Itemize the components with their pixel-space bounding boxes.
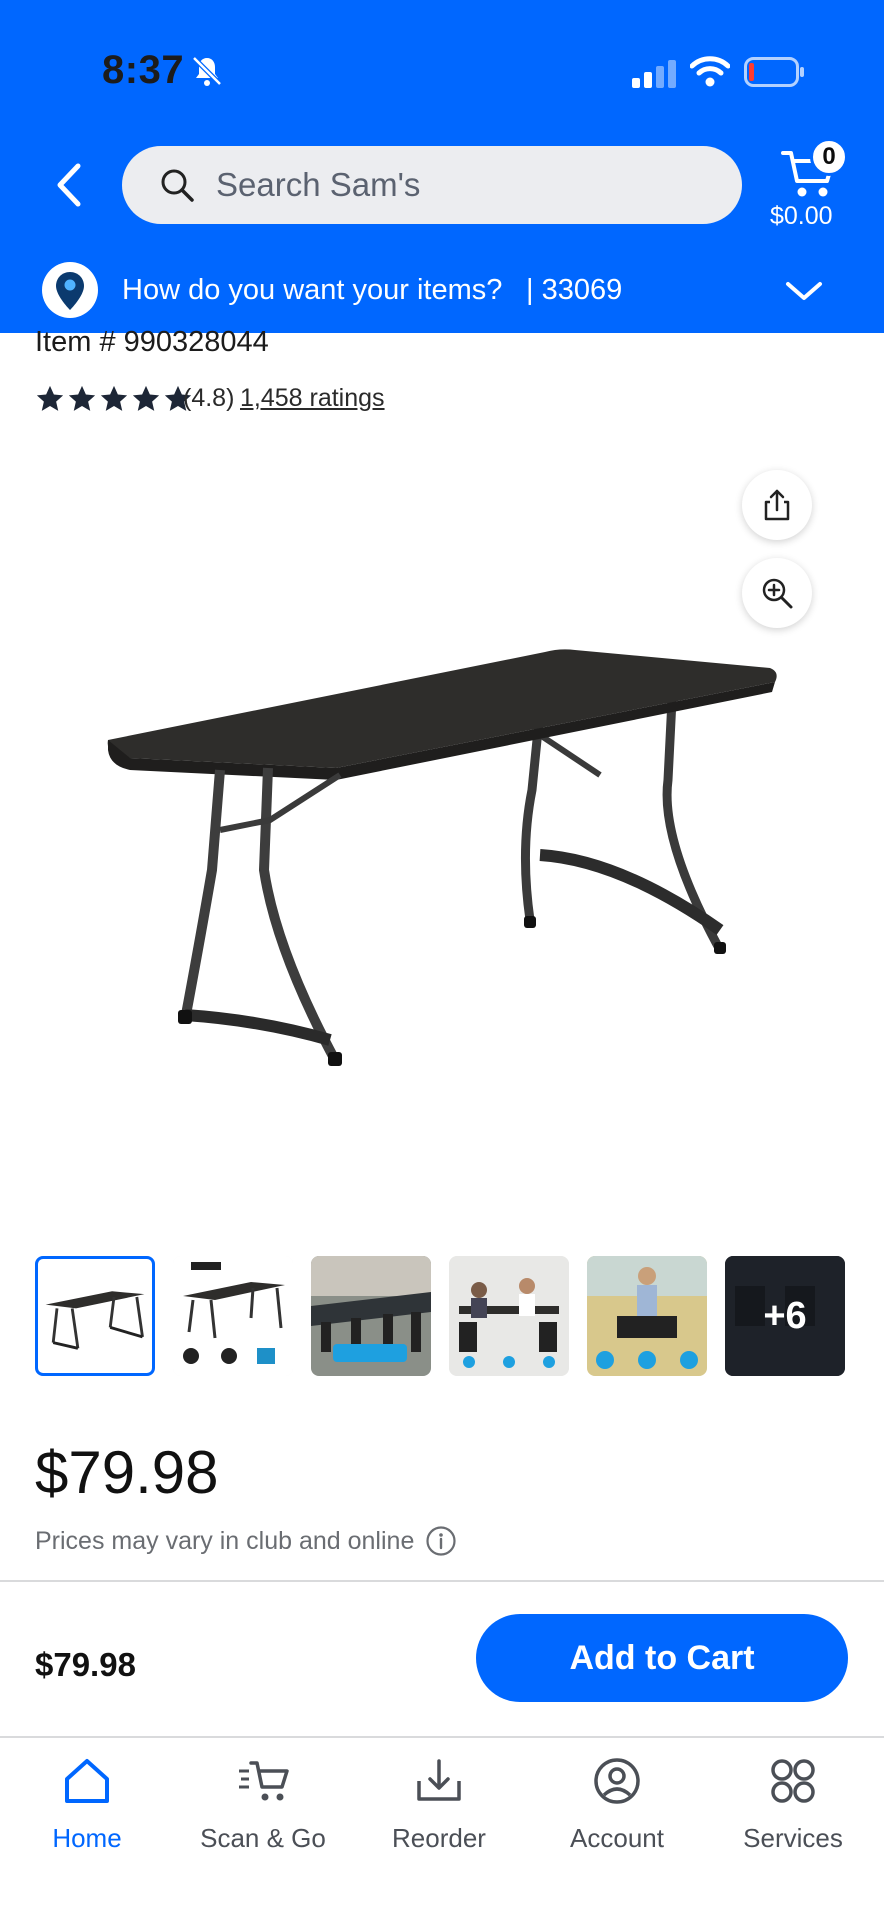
product-price: $79.98 [35,1439,219,1506]
tab-account[interactable]: Account [542,1755,692,1854]
search-bar[interactable] [122,146,742,224]
add-to-cart-button[interactable]: Add to Cart [476,1614,848,1702]
thumbnail-table-image [45,1291,145,1350]
services-icon [771,1759,815,1803]
location-pin-badge [42,262,98,318]
tab-label: Services [743,1823,843,1853]
zoom-in-icon [762,578,793,609]
thumbnail[interactable] [449,1256,569,1376]
star-icon [68,385,96,411]
tab-scan-and-go[interactable]: Scan & Go [188,1755,338,1854]
thumbnail-stacked-tables-image [311,1256,431,1376]
wifi-icon [690,56,730,87]
tab-label: Account [570,1823,664,1853]
thumbnail-meeting-image [449,1256,569,1376]
thumbnail[interactable] [35,1256,155,1376]
account-icon [594,1758,640,1804]
chevron-down-icon[interactable] [784,276,824,306]
rating-value: (4.8) [183,384,235,412]
status-time: 8:37 [102,48,185,92]
thumbnail[interactable] [311,1256,431,1376]
purchase-bar-price: $79.98 [35,1646,136,1683]
more-images-count: +6 [725,1256,845,1376]
search-icon [161,169,194,202]
cellular-signal-icon [632,60,676,88]
reorder-icon [417,1759,461,1801]
tab-label: Reorder [392,1823,486,1853]
tab-label: Home [52,1823,122,1853]
location-pin-icon [56,272,84,310]
delivery-prompt[interactable]: How do you want your items? [122,274,502,307]
tab-services[interactable]: Services [718,1755,868,1854]
star-icon [36,385,64,411]
item-number: Item # 990328044 [35,326,269,358]
star-rating [35,384,195,414]
info-icon[interactable] [425,1525,457,1557]
tab-label: Scan & Go [200,1823,326,1853]
back-chevron-icon[interactable] [50,160,90,210]
silent-bell-icon [192,56,222,86]
scan-cart-icon [239,1761,289,1801]
cart-total: $0.00 [770,202,833,230]
thumbnail-more[interactable]: +6 [725,1256,845,1376]
home-icon [65,1759,109,1803]
tab-home[interactable]: Home [12,1755,162,1854]
thumbnail-dimensions-image [173,1256,293,1376]
star-icon [100,385,128,411]
thumbnail-carry-image [587,1256,707,1376]
image-thumbnails: +6 [35,1256,863,1376]
ratings-link[interactable]: 1,458 ratings [240,384,385,413]
star-icon [132,385,160,411]
price-note: Prices may vary in club and online [35,1527,415,1555]
thumbnail[interactable] [587,1256,707,1376]
share-button[interactable] [742,470,812,540]
delivery-zip[interactable]: | 33069 [526,274,622,307]
product-image-folding-table[interactable] [100,640,790,1090]
share-icon [764,489,790,521]
tab-reorder[interactable]: Reorder [364,1755,514,1854]
zoom-button[interactable] [742,558,812,628]
thumbnail[interactable] [173,1256,293,1376]
cart-count-badge: 0 [810,138,848,176]
battery-icon [744,57,804,87]
search-input[interactable] [216,166,696,204]
